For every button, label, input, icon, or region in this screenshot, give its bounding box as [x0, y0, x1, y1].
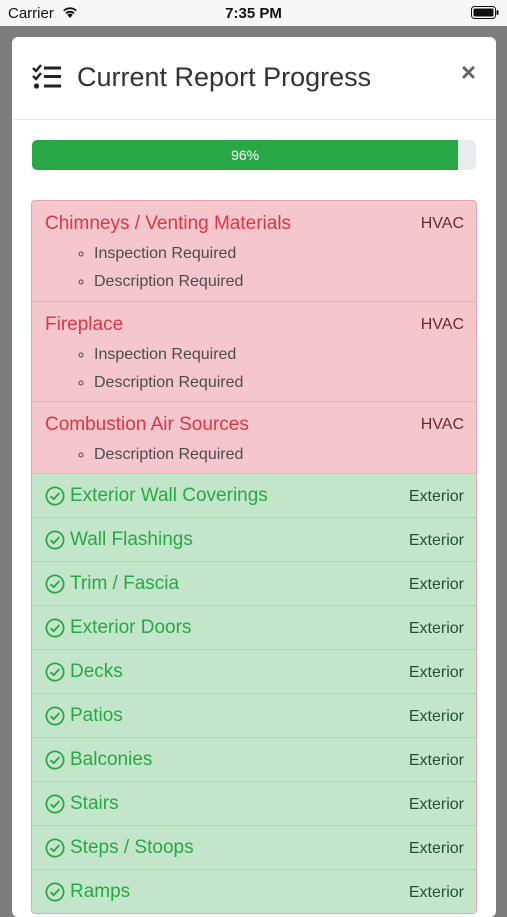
clock: 7:35 PM: [225, 5, 282, 22]
report-item[interactable]: Exterior Doors Exterior: [32, 605, 476, 649]
item-category: HVAC: [420, 215, 464, 232]
item-category: HVAC: [420, 416, 464, 433]
report-item[interactable]: Wall Flashings Exterior: [32, 517, 476, 561]
item-name: Exterior Wall Coverings: [70, 485, 268, 506]
item-name: Balconies: [70, 749, 153, 770]
item-category: Exterior: [408, 840, 464, 857]
check-circle-icon: [45, 706, 65, 726]
item-name: Fireplace: [45, 314, 124, 335]
issue-list: Inspection RequiredDescription Required: [45, 346, 243, 402]
check-circle-icon: [45, 882, 65, 902]
report-item[interactable]: Balconies Exterior: [32, 737, 476, 781]
issue-list: Inspection RequiredDescription Required: [45, 245, 243, 301]
report-item[interactable]: Stairs Exterior: [32, 781, 476, 825]
item-name: Patios: [70, 705, 123, 726]
item-name: Stairs: [70, 793, 119, 814]
check-circle-icon: [45, 618, 65, 638]
item-name: Decks: [70, 661, 123, 682]
item-category: Exterior: [408, 664, 464, 681]
check-circle-icon: [45, 574, 65, 594]
checklist-icon: [32, 64, 61, 89]
item-category: Exterior: [408, 488, 464, 505]
issue-item: Inspection Required: [94, 346, 243, 374]
status-bar: Carrier 7:35 PM: [0, 0, 507, 26]
modal-header: Current Report Progress ×: [12, 37, 496, 120]
item-name: Wall Flashings: [70, 529, 193, 550]
check-circle-icon: [45, 750, 65, 770]
check-circle-icon: [45, 662, 65, 682]
item-category: Exterior: [408, 708, 464, 725]
report-item[interactable]: Chimneys / Venting Materials HVAC Inspecti…: [32, 201, 476, 301]
issue-item: Description Required: [94, 446, 243, 474]
item-category: Exterior: [408, 576, 464, 593]
item-name: Combustion Air Sources: [45, 414, 249, 435]
item-category: Exterior: [408, 884, 464, 901]
progress-bar: 96%: [32, 140, 459, 170]
issue-item: Description Required: [94, 273, 243, 301]
progress-track: 96%: [32, 140, 476, 170]
report-item[interactable]: Decks Exterior: [32, 649, 476, 693]
check-circle-icon: [45, 530, 65, 550]
modal-title: Current Report Progress: [77, 62, 372, 92]
item-category: HVAC: [420, 316, 464, 333]
close-button[interactable]: ×: [461, 59, 476, 85]
item-category: Exterior: [408, 532, 464, 549]
item-category: Exterior: [408, 752, 464, 769]
check-circle-icon: [45, 486, 65, 506]
report-item[interactable]: Steps / Stoops Exterior: [32, 825, 476, 869]
report-items-list: Chimneys / Venting Materials HVAC Inspecti…: [31, 200, 477, 914]
report-progress-modal: Current Report Progress × 96% Chimneys /…: [12, 37, 496, 917]
report-item[interactable]: Ramps Exterior: [32, 869, 476, 913]
item-name: Chimneys / Venting Materials: [45, 213, 292, 234]
report-item[interactable]: Exterior Wall Coverings Exterior: [32, 473, 476, 517]
report-item[interactable]: Trim / Fascia Exterior: [32, 561, 476, 605]
report-item[interactable]: Combustion Air Sources HVAC Description Re…: [32, 401, 476, 473]
check-circle-icon: [45, 794, 65, 814]
issue-list: Description Required: [45, 446, 243, 474]
item-category: Exterior: [408, 620, 464, 637]
issue-item: Description Required: [94, 374, 243, 402]
battery-icon: [471, 6, 499, 19]
check-circle-icon: [45, 838, 65, 858]
item-category: Exterior: [408, 796, 464, 813]
report-item[interactable]: Patios Exterior: [32, 693, 476, 737]
item-name: Exterior Doors: [70, 617, 192, 638]
item-name: Trim / Fascia: [70, 573, 180, 594]
report-item[interactable]: Fireplace HVAC Inspection RequiredDescript…: [32, 301, 476, 401]
issue-item: Inspection Required: [94, 245, 243, 273]
progress-label: 96%: [231, 147, 260, 163]
item-name: Steps / Stoops: [70, 837, 194, 858]
